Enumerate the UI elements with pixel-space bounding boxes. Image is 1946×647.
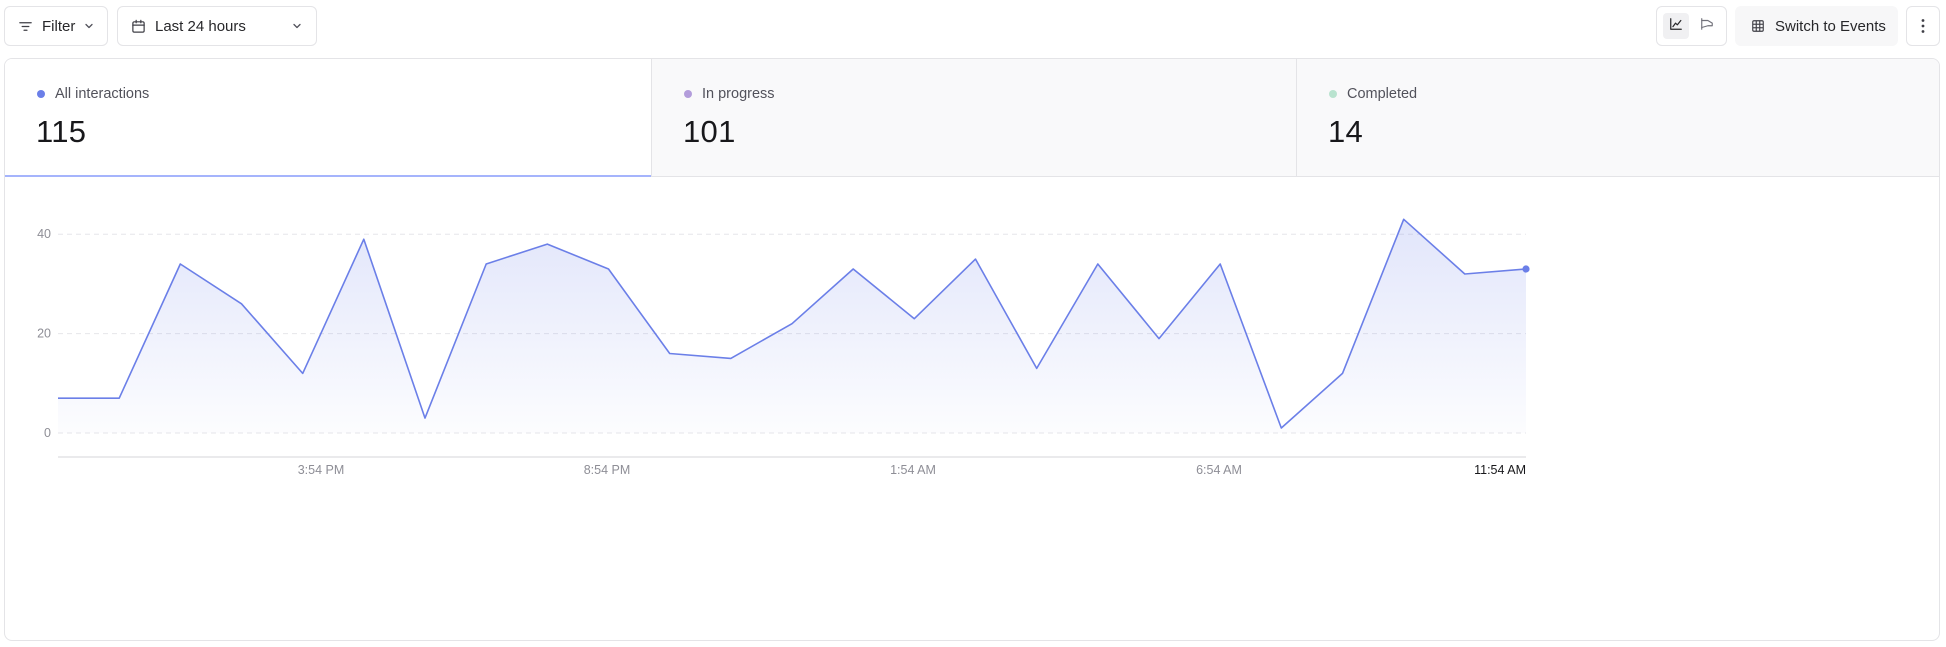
line-chart-icon [1669, 17, 1683, 36]
stat-label: All interactions [55, 86, 150, 102]
status-dot [684, 90, 692, 98]
funnel-view-button[interactable] [1694, 13, 1720, 39]
filter-icon [18, 19, 33, 34]
metrics-card: 0 20 40 3:54 PM 8:54 PM 1:54 AM 6:54 AM 11:54 A… [4, 58, 1940, 641]
filter-button[interactable]: Filter [4, 6, 108, 46]
line-chart-view-button[interactable] [1663, 13, 1689, 39]
funnel-icon [1700, 17, 1714, 36]
stat-value: 101 [683, 114, 736, 149]
stat-tab-in-progress[interactable]: In progress 101 [651, 59, 1296, 176]
table-icon [1751, 19, 1765, 33]
chevron-down-icon [83, 20, 95, 32]
stat-label: Completed [1347, 86, 1418, 102]
y-tick-label: 0 [44, 426, 51, 440]
date-range-label: Last 24 hours [155, 17, 246, 35]
calendar-icon [131, 19, 146, 34]
stat-tab-all-interactions[interactable]: All interactions 115 [5, 59, 651, 177]
series-area [58, 219, 1526, 433]
stat-label: In progress [702, 86, 775, 102]
x-tick-label: 1:54 AM [890, 463, 936, 477]
switch-to-events-label: Switch to Events [1775, 17, 1886, 35]
stat-tab-completed[interactable]: Completed 14 [1296, 59, 1939, 176]
date-range-select[interactable]: Last 24 hours [117, 6, 317, 46]
x-tick-label: 3:54 PM [298, 463, 345, 477]
x-tick-label: 11:54 AM [1474, 463, 1526, 477]
chevron-down-icon [291, 20, 303, 32]
y-tick-label: 40 [37, 227, 51, 241]
chart-view-toggle [1656, 6, 1727, 46]
stat-tabs: All interactions 115 In progress 101 Com… [5, 59, 1939, 177]
switch-to-events-button[interactable]: Switch to Events [1735, 6, 1898, 46]
filter-label: Filter [42, 17, 76, 35]
more-options-button[interactable] [1906, 6, 1940, 46]
x-tick-label: 6:54 AM [1196, 463, 1242, 477]
y-tick-label: 20 [37, 327, 51, 341]
status-dot [1329, 90, 1337, 98]
x-tick-label: 8:54 PM [584, 463, 631, 477]
stat-value: 115 [36, 114, 87, 149]
toolbar: Filter Last 24 hours Switch to Events [0, 0, 1946, 52]
last-data-point [1522, 265, 1530, 273]
more-vertical-icon [1921, 18, 1925, 34]
stat-value: 14 [1328, 114, 1364, 149]
status-dot [37, 90, 45, 98]
